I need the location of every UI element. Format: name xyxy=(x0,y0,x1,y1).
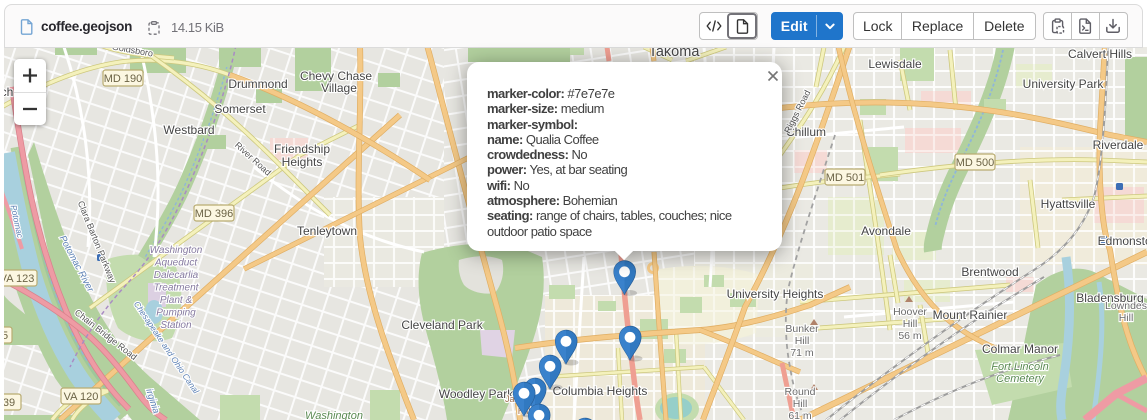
svg-text:Hill: Hill xyxy=(1119,312,1134,324)
svg-text:Washington: Washington xyxy=(150,245,203,256)
svg-text:Lowndes: Lowndes xyxy=(1105,300,1147,312)
svg-text:Riverdale: Riverdale xyxy=(1093,138,1144,152)
svg-text:Lewisdale: Lewisdale xyxy=(868,57,922,71)
svg-text:Hill: Hill xyxy=(795,335,810,347)
svg-text:ch: ch xyxy=(4,85,13,99)
svg-text:61 m: 61 m xyxy=(788,410,812,420)
svg-text:MD 190: MD 190 xyxy=(104,73,143,85)
svg-text:Hyattsville: Hyattsville xyxy=(1041,197,1096,211)
svg-text:Aqueduct: Aqueduct xyxy=(154,258,198,269)
svg-text:MD 396: MD 396 xyxy=(195,208,234,220)
svg-text:Edmonston: Edmonston xyxy=(1098,234,1147,248)
svg-text:Bunker: Bunker xyxy=(785,323,819,335)
svg-text:Tenleytown: Tenleytown xyxy=(297,224,357,238)
svg-text:Avondale: Avondale xyxy=(861,224,911,238)
svg-text:Heights: Heights xyxy=(282,155,323,169)
svg-text:Dalecarlia: Dalecarlia xyxy=(154,270,199,281)
svg-text:Plant &: Plant & xyxy=(160,295,193,306)
svg-text:Woodley Park: Woodley Park xyxy=(439,387,514,401)
svg-text:Colmar Manor: Colmar Manor xyxy=(982,342,1058,356)
svg-text:Hill: Hill xyxy=(793,398,808,410)
svg-text:Hill: Hill xyxy=(903,318,918,330)
svg-text:Round: Round xyxy=(785,386,816,398)
svg-text:56 m: 56 m xyxy=(898,330,922,342)
svg-text:39: 39 xyxy=(4,397,15,409)
svg-text:Hoover: Hoover xyxy=(893,306,927,318)
svg-text:MD 501: MD 501 xyxy=(826,172,865,184)
svg-text:Fort Lincoln: Fort Lincoln xyxy=(991,361,1048,373)
svg-text:Pumping: Pumping xyxy=(156,308,196,319)
svg-text:Treatment: Treatment xyxy=(154,283,200,294)
svg-text:05: 05 xyxy=(4,330,8,342)
svg-text:VA 123: VA 123 xyxy=(4,273,34,285)
svg-text:Washington: Washington xyxy=(305,410,363,420)
svg-text:Brentwood: Brentwood xyxy=(961,265,1018,279)
svg-text:Station: Station xyxy=(160,320,192,331)
svg-text:MD 500: MD 500 xyxy=(956,157,995,169)
svg-text:Takoma: Takoma xyxy=(649,47,701,60)
svg-text:Westbard: Westbard xyxy=(163,123,214,137)
svg-text:VA 120: VA 120 xyxy=(64,391,99,403)
svg-text:Somerset: Somerset xyxy=(214,102,266,116)
svg-text:Columbia Heights: Columbia Heights xyxy=(553,384,648,398)
svg-text:Calvert Hills: Calvert Hills xyxy=(1068,47,1132,61)
svg-text:Friendship: Friendship xyxy=(274,142,330,156)
svg-text:Village: Village xyxy=(321,81,357,95)
svg-text:Drummond: Drummond xyxy=(228,77,287,91)
svg-text:University Heights: University Heights xyxy=(727,287,824,301)
svg-text:University Park: University Park xyxy=(1023,77,1105,91)
svg-text:Cemetery: Cemetery xyxy=(996,373,1045,385)
svg-text:71 m: 71 m xyxy=(790,347,814,359)
svg-text:Cleveland Park: Cleveland Park xyxy=(401,318,483,332)
svg-text:Mount Rainier: Mount Rainier xyxy=(933,308,1008,322)
